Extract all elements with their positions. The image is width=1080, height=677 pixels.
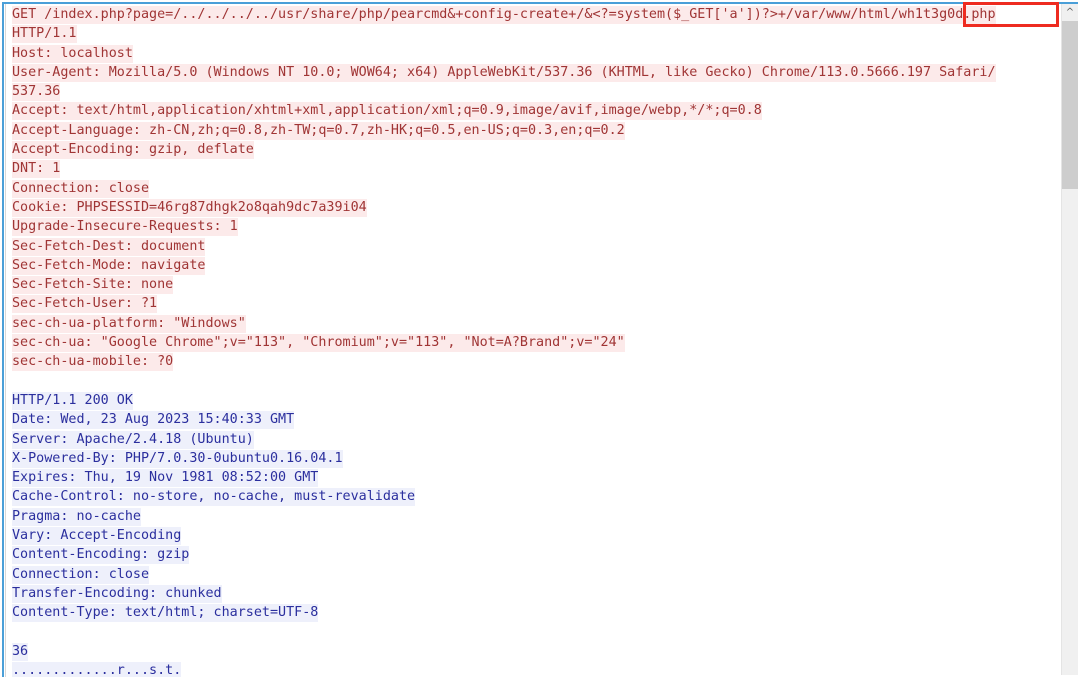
panel-focus-border-left — [2, 2, 4, 677]
response-line-text: HTTP/1.1 200 OK — [12, 391, 133, 410]
request-line-text: Sec-Fetch-User: ?1 — [12, 295, 158, 314]
request-response-separator — [6, 372, 1046, 391]
response-line: Connection: close — [6, 565, 1046, 584]
http-message-viewer: GET /index.php?page=/../../../../usr/sha… — [0, 0, 1080, 677]
response-line-text: Expires: Thu, 19 Nov 1981 08:52:00 GMT — [12, 469, 319, 488]
request-line: Upgrade-Insecure-Requests: 1 — [6, 217, 1046, 237]
response-line-text: Pragma: no-cache — [12, 507, 141, 526]
response-line: Server: Apache/2.4.18 (Ubuntu) — [6, 430, 1046, 449]
request-line: Sec-Fetch-User: ?1 — [6, 294, 1046, 314]
scroll-up-icon[interactable]: ^ — [1062, 4, 1078, 21]
response-line-text: Cache-Control: no-store, no-cache, must-… — [12, 488, 416, 507]
response-line-text: Transfer-Encoding: chunked — [12, 584, 222, 603]
request-line: Sec-Fetch-Site: none — [6, 275, 1046, 295]
response-line: Content-Type: text/html; charset=UTF-8 — [6, 603, 1046, 623]
request-line-text: Accept-Encoding: gzip, deflate — [12, 141, 254, 160]
response-line-text: Date: Wed, 23 Aug 2023 15:40:33 GMT — [12, 411, 295, 430]
vertical-scrollbar[interactable]: ^ — [1061, 4, 1078, 675]
request-line: Accept-Language: zh-CN,zh;q=0.8,zh-TW;q=… — [6, 121, 1046, 140]
response-line: Expires: Thu, 19 Nov 1981 08:52:00 GMT — [6, 468, 1046, 488]
request-line: Host: localhost — [6, 44, 1046, 63]
response-line: Date: Wed, 23 Aug 2023 15:40:33 GMT — [6, 410, 1046, 430]
request-line-text: sec-ch-ua-platform: "Windows" — [12, 314, 246, 333]
response-body-line: 36 — [6, 642, 1046, 661]
request-line: Cookie: PHPSESSID=46rg87dhgk2o8qah9dc7a3… — [6, 198, 1046, 217]
response-line: Pragma: no-cache — [6, 507, 1046, 526]
response-line-text: Vary: Accept-Encoding — [12, 527, 182, 546]
request-block: GET /index.php?page=/../../../../usr/sha… — [6, 5, 1046, 372]
request-line-text: 537.36 — [12, 83, 61, 102]
panel-focus-border-top — [2, 2, 1078, 4]
response-body-separator — [6, 623, 1046, 642]
response-body-line-text: .............r...s.t. — [12, 662, 182, 677]
request-line-text: Sec-Fetch-Site: none — [12, 276, 174, 295]
request-line-text: Accept: text/html,application/xhtml+xml,… — [12, 102, 762, 121]
response-line-text: Connection: close — [12, 565, 150, 584]
request-line-text: Sec-Fetch-Dest: document — [12, 237, 206, 256]
response-line: Transfer-Encoding: chunked — [6, 584, 1046, 603]
request-line-text: DNT: 1 — [12, 160, 61, 179]
response-line: Cache-Control: no-store, no-cache, must-… — [6, 487, 1046, 507]
request-line-text: sec-ch-ua: "Google Chrome";v="113", "Chr… — [12, 334, 625, 353]
request-line-text: HTTP/1.1 — [12, 25, 77, 44]
request-line: 537.36 — [6, 82, 1046, 102]
request-line-text: Sec-Fetch-Mode: navigate — [12, 256, 206, 275]
response-line: Vary: Accept-Encoding — [6, 526, 1046, 546]
response-line-text: Server: Apache/2.4.18 (Ubuntu) — [12, 430, 254, 449]
request-line: HTTP/1.1 — [6, 24, 1046, 44]
response-body-line-text: 36 — [12, 642, 29, 661]
response-body-line: .............r...s.t. — [6, 661, 1046, 677]
response-block: HTTP/1.1 200 OK Date: Wed, 23 Aug 2023 15… — [6, 391, 1046, 623]
response-line-text: Content-Encoding: gzip — [12, 546, 190, 565]
response-line: HTTP/1.1 200 OK — [6, 391, 1046, 410]
request-line: sec-ch-ua: "Google Chrome";v="113", "Chr… — [6, 333, 1046, 353]
request-line-text: User-Agent: Mozilla/5.0 (Windows NT 10.0… — [12, 63, 996, 82]
request-line: Connection: close — [6, 179, 1046, 198]
response-line: X-Powered-By: PHP/7.0.30-0ubuntu0.16.04.… — [6, 449, 1046, 468]
request-line: Sec-Fetch-Dest: document — [6, 237, 1046, 256]
response-line: Content-Encoding: gzip — [6, 545, 1046, 565]
message-content[interactable]: GET /index.php?page=/../../../../usr/sha… — [6, 5, 1046, 677]
request-line-text: Host: localhost — [12, 44, 133, 63]
request-line: GET /index.php?page=/../../../../usr/sha… — [6, 5, 1046, 24]
request-line-text: Cookie: PHPSESSID=46rg87dhgk2o8qah9dc7a3… — [12, 198, 367, 217]
request-line: Accept-Encoding: gzip, deflate — [6, 140, 1046, 160]
request-line-text: sec-ch-ua-mobile: ?0 — [12, 353, 174, 372]
response-line-text: Content-Type: text/html; charset=UTF-8 — [12, 604, 319, 623]
scrollbar-thumb[interactable] — [1062, 21, 1078, 189]
request-line: DNT: 1 — [6, 159, 1046, 179]
request-line-text: Accept-Language: zh-CN,zh;q=0.8,zh-TW;q=… — [12, 121, 625, 140]
request-line: sec-ch-ua-mobile: ?0 — [6, 352, 1046, 372]
response-body-block: 36 .............r...s.t. — [6, 642, 1046, 677]
response-line-text: X-Powered-By: PHP/7.0.30-0ubuntu0.16.04.… — [12, 449, 343, 468]
request-line: Sec-Fetch-Mode: navigate — [6, 256, 1046, 275]
request-line: Accept: text/html,application/xhtml+xml,… — [6, 101, 1046, 121]
request-line: sec-ch-ua-platform: "Windows" — [6, 314, 1046, 333]
request-line-text: Upgrade-Insecure-Requests: 1 — [12, 218, 238, 237]
request-line-text: Connection: close — [12, 179, 150, 198]
request-line: User-Agent: Mozilla/5.0 (Windows NT 10.0… — [6, 63, 1046, 82]
request-line-text: GET /index.php?page=/../../../../usr/sha… — [12, 6, 996, 24]
